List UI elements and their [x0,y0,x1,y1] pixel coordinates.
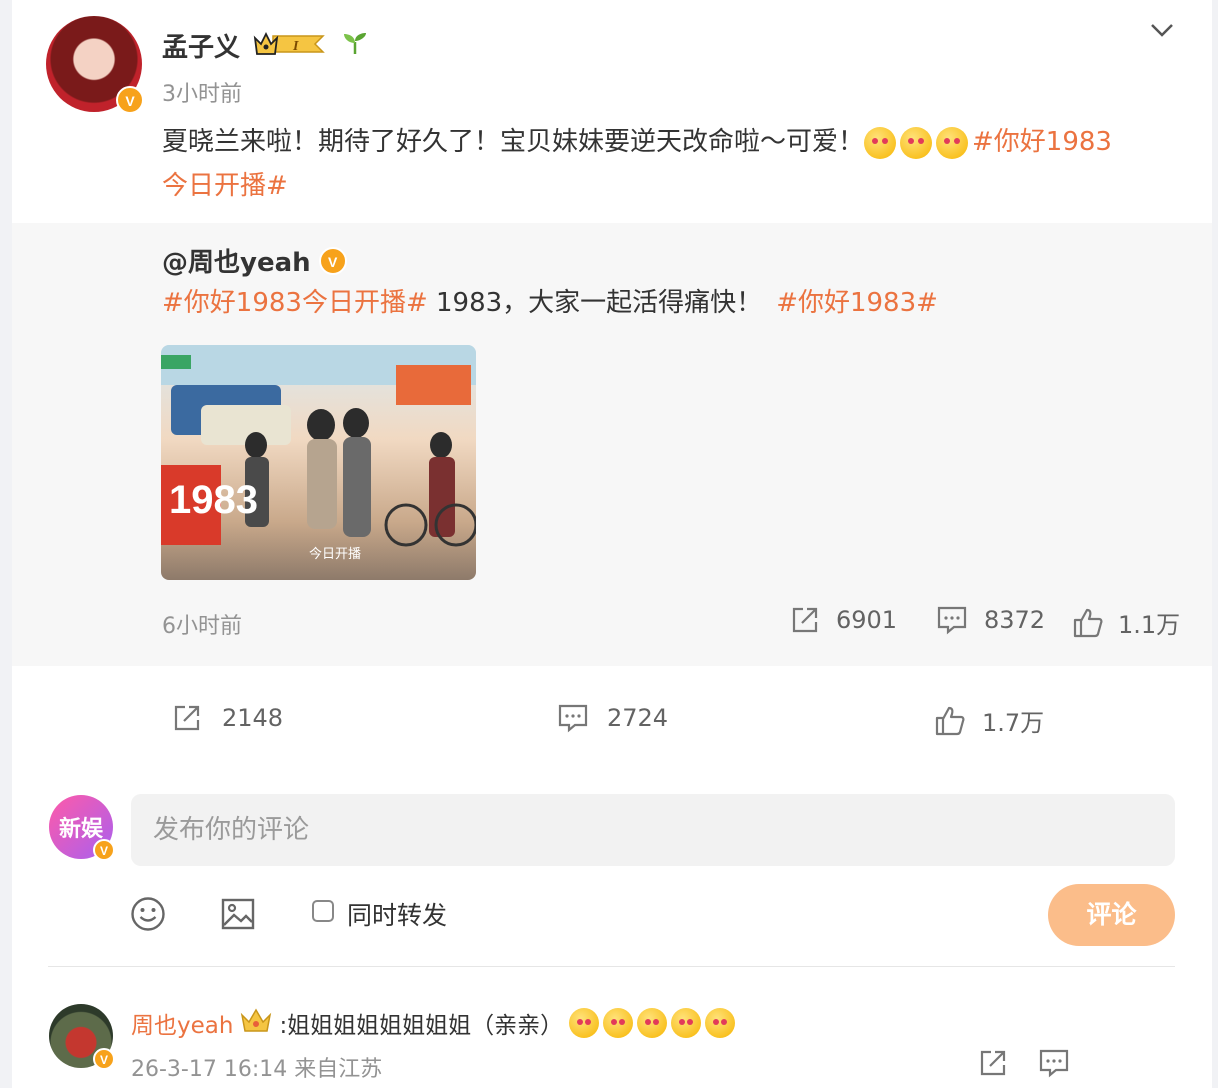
author-name[interactable]: 孟子义 [162,27,240,64]
commenter-avatar[interactable]: V [49,1004,115,1070]
retweet-comment[interactable]: 8372 [936,605,1045,635]
topic-link[interactable]: #你好1983# [776,288,938,318]
author-avatar[interactable]: V [46,16,144,114]
like-icon [935,706,965,735]
verified-badge: V [318,246,347,275]
like-icon [1073,608,1103,637]
repost-count: 2148 [222,704,284,732]
avatar-text: 新娱 [58,817,103,842]
comment-count: 2724 [607,704,669,732]
retweet-repost[interactable]: 6901 [790,605,897,635]
like-button[interactable]: 1.7万 [934,703,1044,738]
comment-line: 周也yeah :姐姐姐姐姐姐姐姐（亲亲） [131,1006,739,1040]
comment-icon [937,606,967,635]
comment-icon [558,704,588,733]
retweet-time: 6小时前 [162,614,242,639]
retweet-image[interactable]: 1983 今日开播 [161,345,476,580]
post-time: 3小时前 [162,82,242,107]
comment-meta: 26-3-17 16:14 来自江苏 [131,1057,383,1082]
emoji-icon [936,126,969,159]
retweet-comment-count: 8372 [984,606,1046,634]
comment-repost-icon[interactable] [978,1048,1008,1082]
crown-badge-icon [239,1007,273,1039]
emoji-icon [671,1008,702,1038]
sprout-icon [340,30,370,60]
retweet-author[interactable]: @周也yeah [162,242,311,279]
crown-level-icon: I [253,30,327,62]
topic-link-continued[interactable]: 今日开播# [162,171,288,201]
retweet-author-row: @周也yeah V [162,242,347,279]
chevron-down-icon[interactable] [1150,22,1174,42]
emoji-icon [705,1008,736,1038]
current-user-avatar[interactable]: 新娱 V [49,795,115,861]
post-text-content: 夏晓兰来啦！期待了好久了！宝贝妹妹要逆天改命啦～可爱！ [162,127,865,157]
emoji-picker-icon[interactable] [130,896,166,936]
submit-comment-button[interactable]: 评论 [1048,884,1175,946]
emoji-icon [603,1008,634,1038]
also-repost-label: 同时转发 [347,901,448,930]
comment-button[interactable]: 2724 [557,703,668,733]
also-repost-checkbox[interactable] [312,900,334,922]
verified-badge: V [93,839,115,861]
emoji-icon [637,1008,668,1038]
image-caption: 今日开播 [309,546,361,562]
divider [48,966,1175,967]
topic-link[interactable]: #你好1983 [972,127,1112,157]
comment-reply-icon[interactable] [1038,1048,1070,1082]
like-count: 1.7万 [982,709,1045,737]
verified-badge: V [93,1048,115,1070]
comment-author[interactable]: 周也yeah [131,1006,233,1040]
emoji-icon [569,1008,600,1038]
verified-badge: V [116,86,144,114]
emoji-icon [900,126,933,159]
retweet-repost-count: 6901 [836,606,898,634]
retweet-like-count: 1.1万 [1118,611,1181,639]
retweet-text-content: 1983，大家一起活得痛快！ [427,288,763,318]
image-title: 1983 [169,478,258,522]
repost-button[interactable]: 2148 [172,703,283,733]
retweet-like[interactable]: 1.1万 [1072,605,1180,640]
image-icon[interactable] [220,896,256,936]
post-text: 夏晓兰来啦！期待了好久了！宝贝妹妹要逆天改命啦～可爱！ #你好1983 今日开播# [162,120,1182,208]
retweet-text: #你好1983今日开播# 1983，大家一起活得痛快！ #你好1983# [162,281,938,325]
comment-input[interactable]: 发布你的评论 [131,794,1175,866]
repost-icon [792,607,818,633]
comment-text: :姐姐姐姐姐姐姐姐（亲亲） [279,1013,564,1039]
repost-icon [174,705,200,731]
level-number: I [292,39,299,54]
topic-link[interactable]: #你好1983今日开播# [162,288,428,318]
emoji-icon [864,126,897,159]
